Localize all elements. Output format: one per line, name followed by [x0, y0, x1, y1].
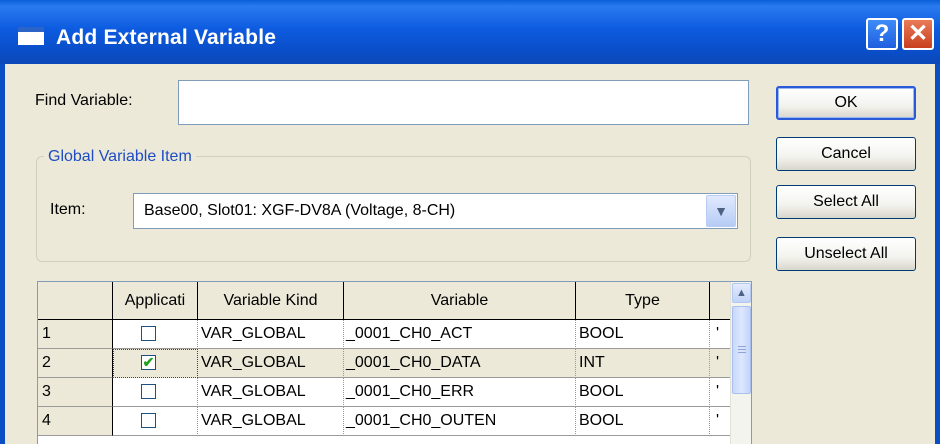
- header-variable-kind[interactable]: Variable Kind: [198, 282, 344, 320]
- title-bar[interactable]: Add External Variable ? ✕: [0, 0, 940, 64]
- header-extra: [710, 282, 730, 320]
- help-button[interactable]: ?: [866, 18, 898, 50]
- close-button[interactable]: ✕: [902, 18, 934, 50]
- window-frame-left: [0, 64, 5, 444]
- grip-line: [738, 349, 746, 350]
- row-number: 1: [38, 320, 113, 349]
- window-icon: [18, 27, 44, 45]
- table-row[interactable]: 3 VAR_GLOBAL _0001_CH0_ERR BOOL ': [38, 378, 730, 407]
- variable-kind-cell: VAR_GLOBAL: [198, 407, 344, 436]
- application-cell[interactable]: [113, 320, 198, 349]
- application-cell[interactable]: ✔: [113, 349, 198, 378]
- item-label: Item:: [50, 201, 86, 218]
- extra-cell: ': [710, 378, 730, 407]
- variable-kind-cell: VAR_GLOBAL: [198, 320, 344, 349]
- variable-cell: _0001_CH0_ERR: [344, 378, 576, 407]
- item-select-value: Base00, Slot01: XGF-DV8A (Voltage, 8-CH): [144, 202, 456, 219]
- extra-cell: ': [710, 320, 730, 349]
- application-cell[interactable]: [113, 378, 198, 407]
- header-variable[interactable]: Variable: [344, 282, 576, 320]
- global-variable-group-legend: Global Variable Item: [44, 148, 196, 166]
- dialog-title: Add External Variable: [56, 26, 277, 49]
- variable-table: Applicati Variable Kind Variable Type 1 …: [37, 281, 752, 444]
- extra-cell: ': [710, 407, 730, 436]
- scroll-up-icon[interactable]: ▲: [732, 283, 751, 303]
- application-checkbox[interactable]: [141, 326, 156, 341]
- application-checkbox[interactable]: [141, 384, 156, 399]
- variable-kind-cell: VAR_GLOBAL: [198, 378, 344, 407]
- chevron-down-icon[interactable]: ▼: [706, 195, 736, 227]
- grip-line: [738, 352, 746, 353]
- add-external-variable-dialog: Add External Variable ? ✕ Find Variable:…: [0, 0, 940, 444]
- table-row[interactable]: 1 VAR_GLOBAL _0001_CH0_ACT BOOL ': [38, 320, 730, 349]
- variable-cell: _0001_CH0_OUTEN: [344, 407, 576, 436]
- unselect-all-button[interactable]: Unselect All: [776, 237, 916, 271]
- variable-kind-cell: VAR_GLOBAL: [198, 349, 344, 378]
- extra-cell: ': [710, 349, 730, 378]
- grip-line: [738, 346, 746, 347]
- application-checkbox[interactable]: [141, 413, 156, 428]
- header-type[interactable]: Type: [576, 282, 710, 320]
- type-cell: BOOL: [576, 320, 710, 349]
- header-row-number[interactable]: [38, 282, 113, 320]
- type-cell: BOOL: [576, 407, 710, 436]
- application-checkbox[interactable]: ✔: [141, 355, 156, 370]
- row-number: 3: [38, 378, 113, 407]
- find-variable-label: Find Variable:: [35, 92, 133, 109]
- row-number: 2: [38, 349, 113, 378]
- header-application[interactable]: Applicati: [113, 282, 198, 320]
- scroll-thumb[interactable]: [732, 306, 751, 394]
- cancel-button[interactable]: Cancel: [776, 137, 916, 171]
- variable-cell: _0001_CH0_ACT: [344, 320, 576, 349]
- vertical-scrollbar[interactable]: ▲: [730, 282, 751, 444]
- item-select[interactable]: Base00, Slot01: XGF-DV8A (Voltage, 8-CH)…: [133, 193, 738, 229]
- row-number: 4: [38, 407, 113, 436]
- find-variable-input[interactable]: [178, 80, 749, 125]
- application-cell[interactable]: [113, 407, 198, 436]
- table-row[interactable]: 4 VAR_GLOBAL _0001_CH0_OUTEN BOOL ': [38, 407, 730, 436]
- ok-button[interactable]: OK: [776, 86, 916, 120]
- variable-cell: _0001_CH0_DATA: [344, 349, 576, 378]
- table-row[interactable]: 2 ✔ VAR_GLOBAL _0001_CH0_DATA INT ': [38, 349, 730, 378]
- type-cell: BOOL: [576, 378, 710, 407]
- select-all-button[interactable]: Select All: [776, 185, 916, 219]
- window-frame-right: [935, 64, 940, 444]
- type-cell: INT: [576, 349, 710, 378]
